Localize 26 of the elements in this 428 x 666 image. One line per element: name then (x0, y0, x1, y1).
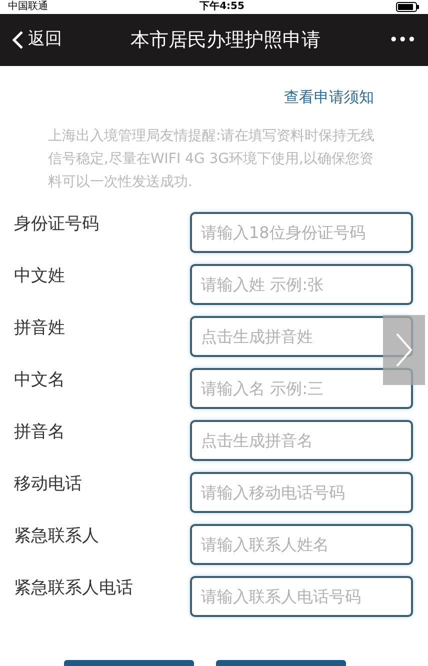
field-label: 紧急联系人电话 (14, 576, 134, 600)
input-field[interactable]: 请输入联系人电话号码 (190, 576, 413, 616)
battery-icon (396, 2, 420, 12)
field-label: 身份证号码 (14, 212, 100, 236)
input-field[interactable]: 点击生成拼音名 (190, 420, 413, 460)
field-label: 中文姓 (14, 264, 66, 288)
input-field[interactable]: 请输入18位身份证号码 (190, 212, 413, 252)
input-field[interactable]: 请输入姓 示例:张 (190, 264, 413, 304)
field-label: 移动电话 (14, 472, 83, 496)
input-field[interactable]: 请输入移动电话号码 (190, 472, 413, 512)
notice-link[interactable]: 查看申请须知 (284, 86, 374, 108)
field-label: 紧急联系人 (14, 524, 100, 548)
page-title: 本市居民办理护照申请 (130, 28, 320, 53)
next-arrow-button[interactable] (383, 315, 425, 385)
chevron-left-icon (12, 30, 24, 50)
field-label: 拼音姓 (14, 316, 66, 340)
field-label: 拼音名 (14, 420, 66, 444)
clock-time: 下午4:55 (200, 2, 244, 12)
more-button[interactable]: ••• (388, 28, 416, 52)
input-field[interactable]: 请输入联系人姓名 (190, 524, 413, 564)
chevron-right-icon (395, 332, 413, 368)
back-button[interactable]: 返回 (12, 27, 62, 53)
notice-text: 上海出入境管理局友情提醒:请在填写资料时保持无线信号稳定,尽量在WIFI 4G 3G环境下使用,以确保您资料可以一次性发送成功. (48, 126, 376, 192)
field-label: 中文名 (14, 368, 66, 392)
input-field[interactable]: 请输入名 示例:三 (190, 368, 413, 408)
carrier-name: 中国联通 (8, 2, 48, 12)
